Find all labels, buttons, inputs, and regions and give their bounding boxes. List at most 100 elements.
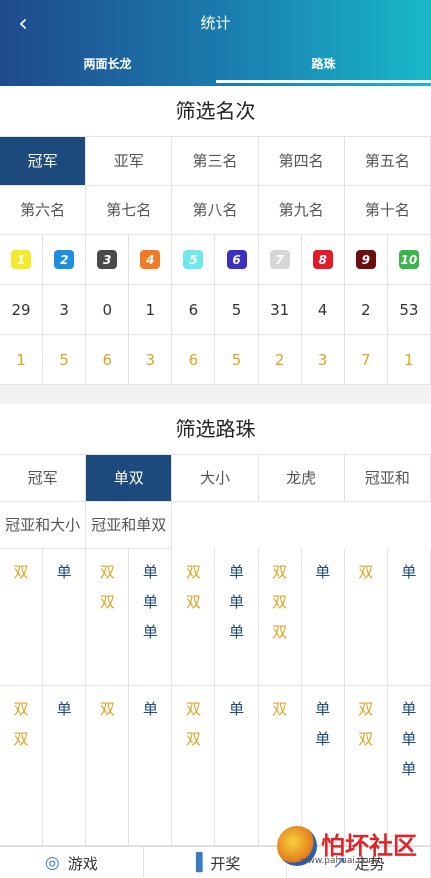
road-filter-option[interactable]: 冠亚和单双 xyxy=(86,502,173,549)
road-filter-option[interactable]: 大小 xyxy=(172,455,259,502)
ball-row: 1 2 3 4 5 6 7 8 9 10 xyxy=(0,235,431,285)
rank-option[interactable]: 亚军 xyxy=(86,137,173,186)
road-column: 双双 xyxy=(345,686,388,845)
road-bead: 单 xyxy=(142,563,158,581)
road-bead: 双 xyxy=(185,593,201,611)
road-column: 双双 xyxy=(0,686,44,845)
road-column: 单 xyxy=(43,686,87,845)
rank-option[interactable]: 第十名 xyxy=(344,186,431,235)
lifebuoy-icon: ◎ xyxy=(44,853,60,873)
road-filter-title: 筛选路珠 xyxy=(175,417,256,441)
road-column: 双双 xyxy=(172,686,216,845)
road-filter-option[interactable]: 单双 xyxy=(86,455,173,502)
road-column: 双 xyxy=(0,549,44,685)
rank-option[interactable]: 第九名 xyxy=(258,186,345,235)
missing-value: 3 xyxy=(302,335,345,384)
count-value: 0 xyxy=(86,285,130,334)
road-bead: 双 xyxy=(272,593,288,611)
road-bead: 双 xyxy=(99,563,115,581)
number-ball: 10 xyxy=(398,250,419,269)
road-bead: 单 xyxy=(401,563,417,581)
road-filter-option[interactable]: 冠亚和 xyxy=(344,455,431,502)
road-bead: 双 xyxy=(272,563,288,581)
ball-cell: 2 xyxy=(43,235,87,284)
road-row: 双双单双单双双单双单单双双单单单 xyxy=(0,686,431,846)
tab-two-sided-dragon[interactable]: 两面长龙 xyxy=(0,52,215,76)
road-column: 单单单 xyxy=(129,549,173,685)
road-bead: 单 xyxy=(142,623,158,641)
rank-option[interactable]: 第八名 xyxy=(172,186,259,235)
road-filter-option[interactable]: 冠亚和大小 xyxy=(0,502,87,549)
count-value: 29 xyxy=(0,285,44,334)
watermark: 怕坏社区 www.pahuai.com xyxy=(277,826,417,866)
missing-value: 1 xyxy=(388,335,431,384)
road-bead: 单 xyxy=(56,700,72,718)
road-bead: 双 xyxy=(358,700,374,718)
rank-option[interactable]: 冠军 xyxy=(0,137,87,186)
road-bead: 单 xyxy=(401,700,417,718)
road-bead: 单 xyxy=(315,700,331,718)
bottom-nav-item[interactable]: ◎ 游戏 xyxy=(0,847,144,878)
road-bead: 单 xyxy=(229,563,245,581)
road-bead: 单 xyxy=(315,730,331,748)
ball-cell: 8 xyxy=(302,235,345,284)
rank-option[interactable]: 第六名 xyxy=(0,186,87,235)
road-bead: 双 xyxy=(99,700,115,718)
rank-filter-card: 筛选名次 冠军 亚军 第三名 第四名 第五名 第六名 第七名 第八名 第九名 第十名 123456… xyxy=(0,86,431,385)
rank-option[interactable]: 第五名 xyxy=(344,137,431,186)
road-bead: 单 xyxy=(142,593,158,611)
missing-value: 7 xyxy=(345,335,388,384)
road-bead: 双 xyxy=(272,623,288,641)
ball-cell: 6 xyxy=(215,235,259,284)
rank-option[interactable]: 第七名 xyxy=(86,186,173,235)
number-ball: 7 xyxy=(269,250,290,269)
road-bead: 双 xyxy=(185,700,201,718)
road-column: 双 xyxy=(259,686,302,845)
road-bead: 单 xyxy=(229,593,245,611)
bottom-nav-item[interactable]: ▐ 开奖 xyxy=(144,847,288,878)
bottom-nav-label: 游戏 xyxy=(67,854,98,873)
rank-option[interactable]: 第三名 xyxy=(172,137,259,186)
road-column: 单单单 xyxy=(388,686,431,845)
road-column: 单 xyxy=(215,686,259,845)
road-column: 双双 xyxy=(172,549,216,685)
road-filter-grid: 冠军 单双 大小 龙虎 冠亚和冠亚和大小 冠亚和单双 xyxy=(0,454,431,549)
count-value: 6 xyxy=(172,285,216,334)
road-filter-card: 筛选路珠 冠军 单双 大小 龙虎 冠亚和 冠亚和大小 冠亚和单双 双单双双单单单双双单单单双… xyxy=(0,404,431,846)
road-bead: 单 xyxy=(229,623,245,641)
missing-value: 6 xyxy=(86,335,130,384)
road-column: 双双双 xyxy=(259,549,302,685)
rank-option[interactable]: 第四名 xyxy=(258,137,345,186)
count-value: 3 xyxy=(43,285,87,334)
number-ball: 9 xyxy=(355,250,376,269)
ball-cell: 7 xyxy=(259,235,302,284)
rank-filter-grid: 冠军 亚军 第三名 第四名 第五名第六名 第七名 第八名 第九名 第十名 xyxy=(0,136,431,235)
count-value: 1 xyxy=(129,285,173,334)
road-column: 单单 xyxy=(302,686,345,845)
road-column: 单 xyxy=(43,549,87,685)
count-value: 53 xyxy=(388,285,431,334)
road-bead: 双 xyxy=(99,593,115,611)
rank-filter-title: 筛选名次 xyxy=(175,99,256,123)
missing-row: 1563652371 xyxy=(0,335,431,385)
road-bead: 双 xyxy=(13,700,29,718)
road-column: 单单单 xyxy=(215,549,259,685)
road-bead: 双 xyxy=(272,700,288,718)
count-value: 31 xyxy=(259,285,302,334)
ball-cell: 9 xyxy=(345,235,388,284)
road-filter-option[interactable]: 龙虎 xyxy=(258,455,345,502)
active-tab-indicator xyxy=(216,80,431,83)
road-column: 单 xyxy=(302,549,345,685)
page-title: 统计 xyxy=(200,14,231,32)
road-bead: 双 xyxy=(185,563,201,581)
app-header: ‹ 统计 两面长龙 路珠 xyxy=(0,0,431,86)
road-bead-area: 双单双双单单单双双单单单双双双单双单双双单双单双双单双单单双双单单单 xyxy=(0,549,431,846)
count-value: 5 xyxy=(215,285,259,334)
road-bead: 双 xyxy=(13,730,29,748)
road-filter-option[interactable]: 冠军 xyxy=(0,455,87,502)
tab-road-beads[interactable]: 路珠 xyxy=(216,52,431,76)
count-value: 2 xyxy=(345,285,388,334)
road-bead: 单 xyxy=(401,760,417,778)
ball-cell: 4 xyxy=(129,235,173,284)
road-bead: 单 xyxy=(56,563,72,581)
